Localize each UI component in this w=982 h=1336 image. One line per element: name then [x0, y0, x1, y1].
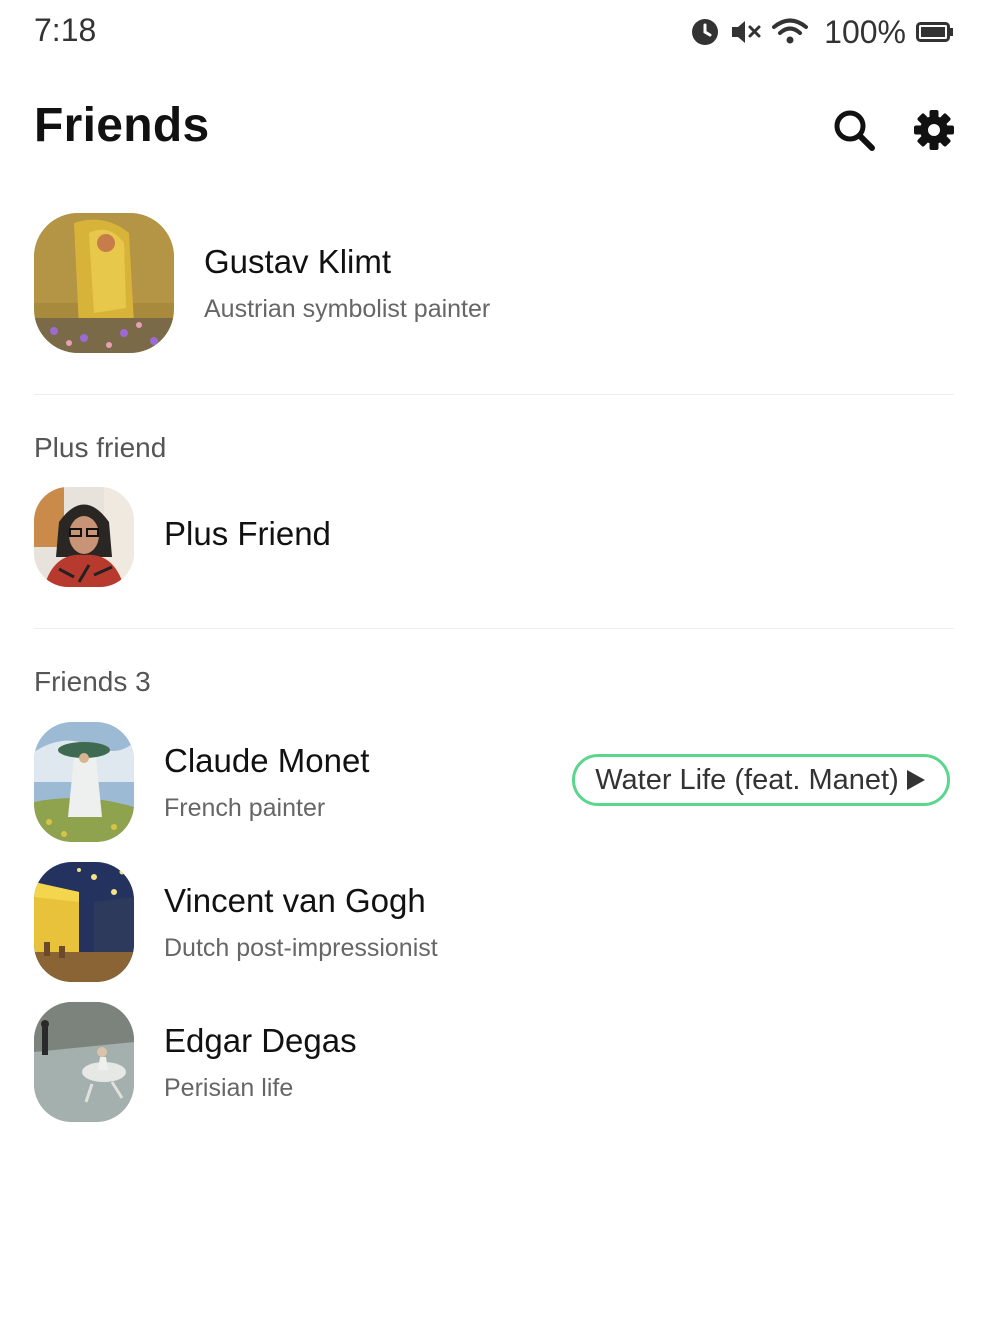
friend-name: Plus Friend: [164, 515, 331, 552]
friend-status-message: Perisian life: [164, 1074, 294, 1102]
friend-status-message: French painter: [164, 794, 326, 822]
avatar[interactable]: [34, 862, 134, 982]
my-status-message: Austrian symbolist painter: [204, 295, 491, 323]
my-name: Gustav Klimt: [204, 243, 392, 280]
list-item[interactable]: Edgar Degas Perisian life: [34, 1002, 954, 1122]
profile-music-label: Water Life (feat. Manet): [595, 763, 899, 796]
friend-name: Vincent van Gogh: [164, 882, 426, 919]
status-icons: 100%: [690, 12, 954, 52]
avatar[interactable]: [34, 487, 134, 587]
list-item[interactable]: Claude Monet French painter Water Life (…: [34, 722, 954, 842]
battery-icon: [916, 21, 954, 43]
battery-level: 100%: [824, 13, 906, 50]
friend-status-message: Dutch post-impressionist: [164, 934, 438, 962]
search-button[interactable]: [830, 106, 878, 154]
settings-button[interactable]: [910, 106, 958, 154]
avatar[interactable]: [34, 722, 134, 842]
my-profile-row[interactable]: Gustav Klimt Austrian symbolist painter: [34, 213, 954, 355]
profile-music-button[interactable]: Water Life (feat. Manet): [572, 754, 950, 806]
play-icon: [906, 770, 925, 790]
section-title-friends: Friends 3: [34, 666, 151, 697]
search-icon: [834, 110, 875, 151]
avatar[interactable]: [34, 213, 174, 353]
gear-icon: [914, 110, 954, 150]
alarm-icon: [690, 17, 720, 47]
page-title: Friends: [34, 99, 210, 152]
list-item[interactable]: Vincent van Gogh Dutch post-impressionis…: [34, 862, 954, 982]
mute-icon: [730, 18, 762, 46]
wifi-icon: [772, 18, 809, 46]
avatar[interactable]: [34, 1002, 134, 1122]
friend-name: Edgar Degas: [164, 1022, 357, 1059]
friend-name: Claude Monet: [164, 742, 370, 779]
status-time: 7:18: [34, 12, 97, 48]
divider: [34, 628, 954, 629]
list-item[interactable]: Plus Friend: [34, 487, 954, 587]
status-bar: 7:18 100%: [0, 0, 982, 62]
app-header: Friends: [34, 96, 954, 166]
divider: [34, 394, 954, 395]
section-title-plus-friend: Plus friend: [34, 432, 167, 463]
